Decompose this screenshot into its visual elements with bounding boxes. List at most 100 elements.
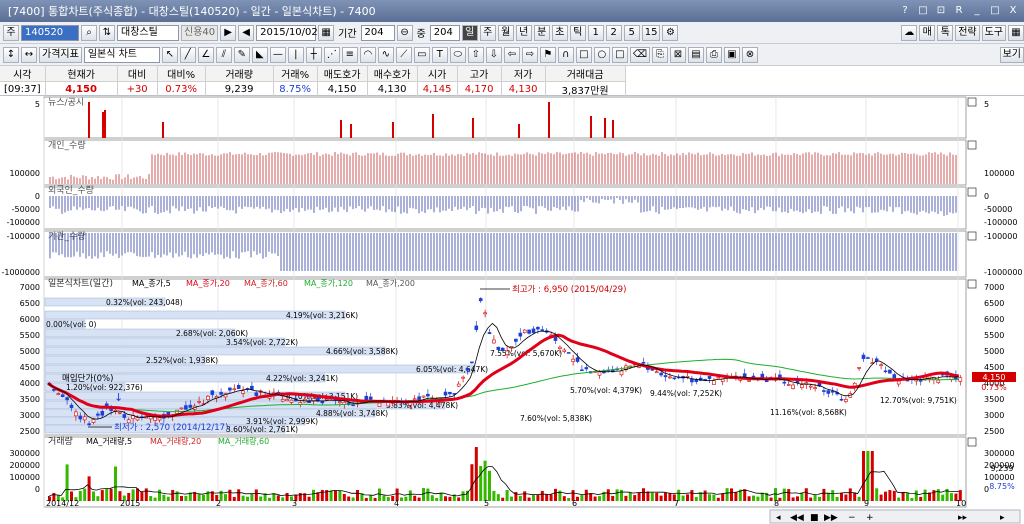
center-input[interactable]: 204 bbox=[429, 24, 460, 41]
strategy-button[interactable]: 전략 bbox=[955, 24, 980, 41]
candle-body bbox=[879, 364, 883, 367]
close-button[interactable]: X bbox=[1006, 4, 1020, 18]
date-input[interactable]: 2015/10/02 bbox=[256, 24, 318, 41]
stock-code-input[interactable]: 140520 bbox=[21, 24, 79, 41]
volume-bar bbox=[712, 494, 716, 501]
arrow-up-icon[interactable]: ⇧ bbox=[467, 46, 484, 63]
indicator-button[interactable]: 가격지표 bbox=[39, 46, 82, 63]
flag-icon[interactable]: ⚑ bbox=[539, 46, 556, 63]
print-icon[interactable]: ⎙ bbox=[705, 46, 722, 63]
zoom-out-icon[interactable]: − bbox=[848, 513, 856, 523]
magnet-icon[interactable]: ∩ bbox=[557, 46, 574, 63]
search-icon[interactable]: ⌕ bbox=[81, 24, 97, 41]
save-icon[interactable]: ▣ bbox=[723, 46, 740, 63]
candle-body bbox=[56, 393, 61, 395]
trendline-icon[interactable]: ╱ bbox=[179, 46, 196, 63]
market-select[interactable]: 주 bbox=[3, 24, 19, 41]
period-input[interactable]: 204 bbox=[360, 24, 395, 41]
settings-icon[interactable]: ⚙ bbox=[662, 24, 679, 41]
r-button[interactable]: R bbox=[952, 4, 966, 18]
zoom-in-icon[interactable]: + bbox=[866, 513, 874, 523]
buy-button[interactable]: 매 bbox=[919, 24, 936, 41]
copy-icon[interactable]: ⎘ bbox=[651, 46, 668, 63]
scroll-bar[interactable] bbox=[769, 509, 1021, 524]
prev-icon[interactable]: ◀ bbox=[238, 24, 255, 41]
triangle-icon[interactable]: ◣ bbox=[251, 46, 268, 63]
period-second-button[interactable]: 초 bbox=[551, 24, 568, 41]
interval-5-button[interactable]: 5 bbox=[623, 24, 640, 41]
period-year-button[interactable]: 년 bbox=[515, 24, 532, 41]
text-icon[interactable]: T bbox=[431, 46, 448, 63]
ellipse-icon[interactable]: ⬭ bbox=[449, 46, 466, 63]
candle-body bbox=[364, 395, 369, 401]
hline-icon[interactable]: — bbox=[269, 46, 286, 63]
period-minute-button[interactable]: 분 bbox=[533, 24, 550, 41]
maximize-button[interactable]: □ bbox=[988, 4, 1002, 18]
scroll-left-icon[interactable]: ◂ bbox=[776, 513, 781, 523]
restore-button[interactable]: □ bbox=[916, 4, 930, 18]
volume-bar bbox=[892, 490, 896, 501]
arrow-right-icon[interactable]: ⇨ bbox=[521, 46, 538, 63]
volume-bar bbox=[444, 496, 447, 501]
forward-icon[interactable]: ▶▶ bbox=[824, 513, 838, 523]
chart-area[interactable]: 뉴스/공시 개인_수량 외국인_수량 기관_수량 0.32%(vol: 243,… bbox=[0, 96, 1024, 524]
arrow-down-icon[interactable]: ⇩ bbox=[485, 46, 502, 63]
grid-icon[interactable]: ▦ bbox=[1008, 24, 1024, 41]
channel-icon[interactable]: ⫽ bbox=[215, 46, 232, 63]
volume-bar bbox=[831, 490, 835, 501]
talk-button[interactable]: 톡 bbox=[937, 24, 954, 41]
zoom-icon[interactable]: ⊖ bbox=[396, 24, 413, 41]
interval-15-button[interactable]: 15 bbox=[641, 24, 661, 41]
volume-tick-right: 100000 bbox=[984, 473, 1015, 482]
chart-svg[interactable]: 뉴스/공시 개인_수량 외국인_수량 기관_수량 0.32%(vol: 243,… bbox=[0, 96, 1024, 524]
delete-icon[interactable]: ⊗ bbox=[741, 46, 758, 63]
view-button[interactable]: 보기 bbox=[999, 46, 1024, 63]
fan-icon[interactable]: ⋰ bbox=[323, 46, 340, 63]
arrow-left-icon[interactable]: ⇦ bbox=[503, 46, 520, 63]
lock-icon[interactable]: ⊠ bbox=[669, 46, 686, 63]
cross-icon[interactable]: ┼ bbox=[305, 46, 322, 63]
fibo-icon[interactable]: ≡ bbox=[341, 46, 358, 63]
box-icon[interactable]: ▭ bbox=[413, 46, 430, 63]
candle-body bbox=[470, 361, 474, 364]
stop-icon[interactable]: ■ bbox=[810, 513, 819, 523]
minimize-button[interactable]: _ bbox=[970, 4, 984, 18]
arc-icon[interactable]: ◠ bbox=[359, 46, 376, 63]
volume-bar bbox=[144, 488, 148, 501]
period-month-button[interactable]: 월 bbox=[497, 24, 514, 41]
gann-icon[interactable]: ⟋ bbox=[395, 46, 412, 63]
play-icon[interactable]: ▶ bbox=[220, 24, 237, 41]
scroll-right-icon[interactable]: ▸ bbox=[1000, 513, 1005, 523]
scroll-controls[interactable]: ◂ ◀◀ ■ ▶▶ − + ▸▸ ▸ bbox=[769, 509, 1021, 524]
collapse-icon[interactable]: ↕ bbox=[3, 46, 19, 63]
interval-1-button[interactable]: 1 bbox=[587, 24, 604, 41]
vline-icon[interactable]: | bbox=[287, 46, 304, 63]
wave-icon[interactable]: ∿ bbox=[377, 46, 394, 63]
period-week-button[interactable]: 주 bbox=[479, 24, 496, 41]
square-icon[interactable]: □ bbox=[611, 46, 628, 63]
layout-button[interactable]: ⊡ bbox=[934, 4, 948, 18]
eraser-icon[interactable]: ⌫ bbox=[629, 46, 650, 63]
help-button[interactable]: ? bbox=[898, 4, 912, 18]
rewind-icon[interactable]: ◀◀ bbox=[790, 513, 804, 523]
x-tick: 5 bbox=[484, 499, 489, 508]
sort-icon[interactable]: ⇅ bbox=[99, 24, 115, 41]
cloud-icon[interactable]: ☁ bbox=[901, 24, 918, 41]
period-day-button[interactable]: 일 bbox=[461, 24, 478, 41]
period-tick-button[interactable]: 틱 bbox=[569, 24, 586, 41]
angle-icon[interactable]: ∠ bbox=[197, 46, 214, 63]
expand-icon[interactable]: ↔ bbox=[21, 46, 37, 63]
pen-icon[interactable]: ✎ bbox=[233, 46, 250, 63]
chart-type-select[interactable]: 일본식 차트 bbox=[83, 46, 160, 63]
chart-icon[interactable]: ▤ bbox=[687, 46, 704, 63]
rect-icon[interactable]: □ bbox=[575, 46, 592, 63]
cursor-icon[interactable]: ↖ bbox=[161, 46, 178, 63]
candle-body bbox=[87, 423, 91, 426]
scroll-end-icon[interactable]: ▸▸ bbox=[958, 513, 968, 523]
tools-button[interactable]: 도구 bbox=[981, 24, 1006, 41]
volume-bar bbox=[224, 494, 227, 501]
interval-2-button[interactable]: 2 bbox=[605, 24, 622, 41]
circle-icon[interactable]: ○ bbox=[593, 46, 610, 63]
calendar-icon[interactable]: ▦ bbox=[318, 24, 335, 41]
legend-vol-ma20: MA_거래량,20 bbox=[150, 436, 201, 446]
